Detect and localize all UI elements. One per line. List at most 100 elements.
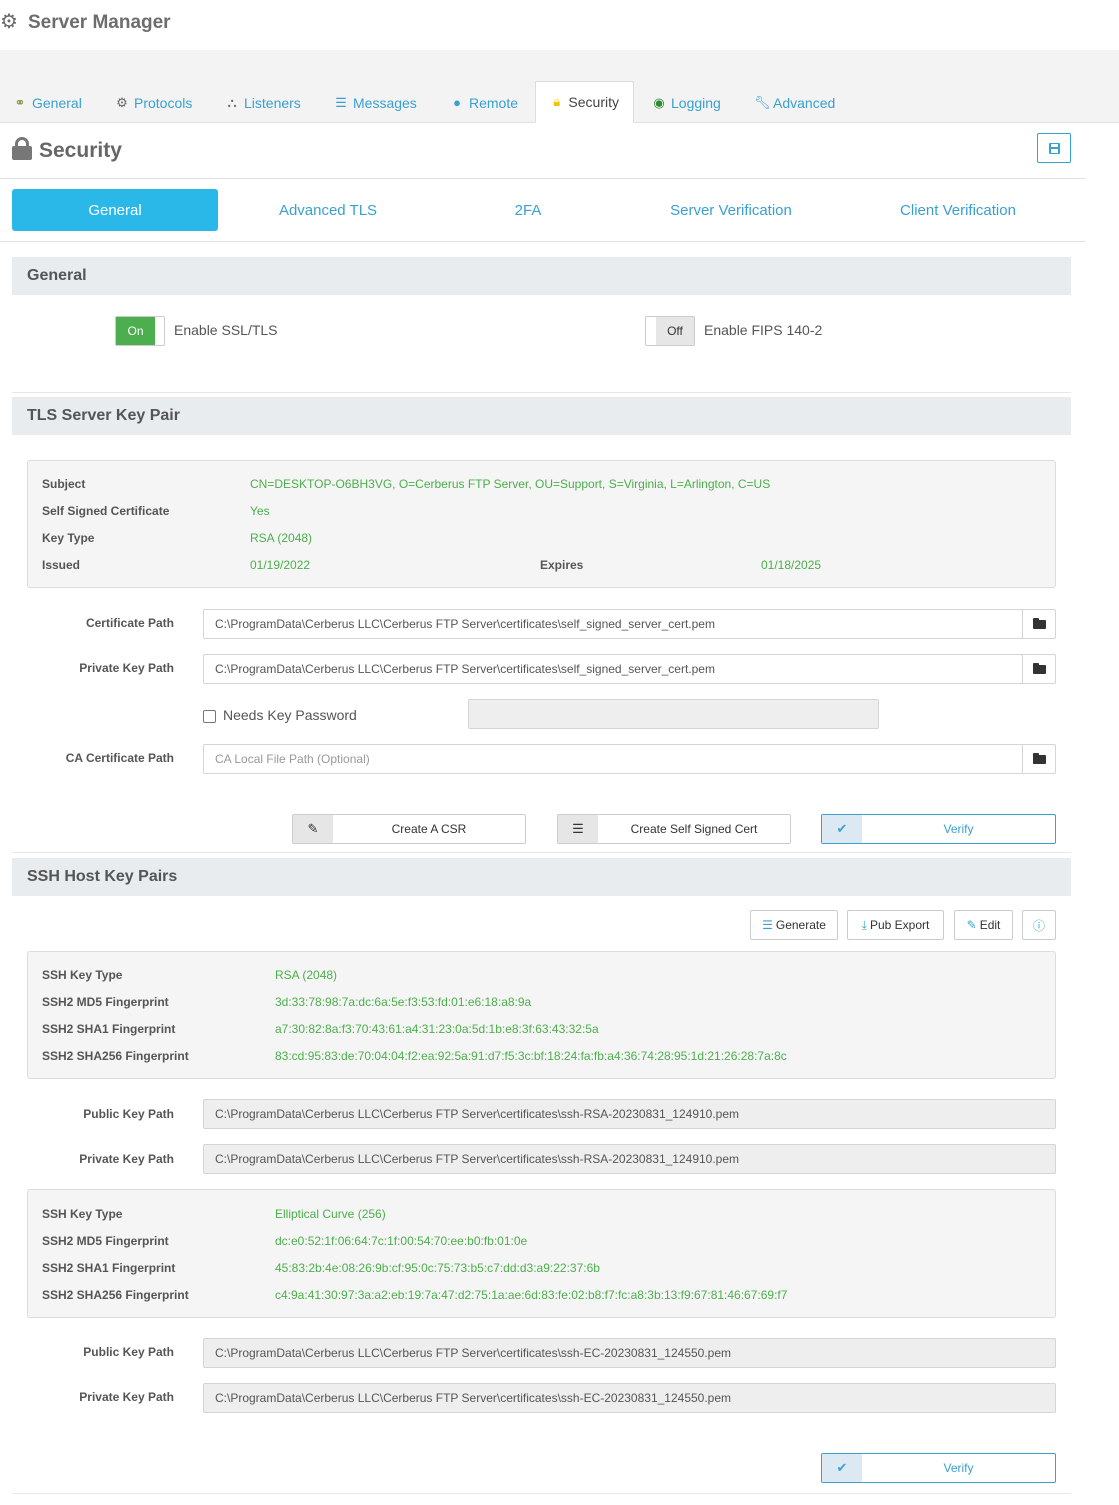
ssh-key-type-value: Elliptical Curve (256) — [275, 1207, 386, 1221]
wrench-icon: 🔧︎ — [754, 94, 771, 110]
page-title: Security — [39, 139, 122, 162]
issued-label: Issued — [42, 558, 81, 572]
ssh-key-info-panel: SSH Key Type RSA (2048) SSH2 MD5 Fingerp… — [27, 951, 1056, 1079]
info-button[interactable]: ⓘ — [1022, 910, 1056, 940]
subtab-2fa[interactable]: 2FA — [440, 189, 616, 231]
tab-label: Logging — [671, 94, 721, 111]
sha256-value: c4:9a:41:30:97:3a:a2:eb:19:7a:47:d2:75:1… — [275, 1288, 788, 1302]
tab-general[interactable]: ⚭ General — [13, 82, 82, 123]
save-button[interactable] — [1037, 133, 1071, 163]
verify-tls-button[interactable]: ✔ Verify — [821, 814, 1056, 844]
sha256-value: 83:cd:95:83:de:70:04:04:f2:ea:92:5a:91:d… — [275, 1049, 787, 1063]
pencil-icon: ✎ — [293, 815, 333, 843]
download-icon: ⤓ — [861, 917, 867, 932]
certificate-path-input[interactable]: C:\ProgramData\Cerberus LLC\Cerberus FTP… — [203, 609, 1023, 639]
public-key-path-input[interactable]: C:\ProgramData\Cerberus LLC\Cerberus FTP… — [203, 1099, 1056, 1129]
tab-listeners[interactable]: ⛬ Listeners — [225, 82, 300, 123]
tab-messages[interactable]: ☰ Messages — [334, 82, 417, 123]
tab-label: Advanced — [773, 94, 836, 111]
floppy-icon — [1048, 142, 1060, 154]
key-password-input[interactable] — [468, 699, 879, 729]
verify-label: Verify — [943, 1461, 974, 1475]
certificate-path-label: Certificate Path — [85, 616, 174, 630]
ca-browse-button[interactable] — [1022, 744, 1056, 774]
tab-label: General — [32, 94, 82, 111]
tab-remote[interactable]: ● Remote — [450, 82, 518, 123]
sha1-value: 45:83:2b:4e:08:26:9b:cf:95:0c:75:73:b5:c… — [275, 1261, 600, 1275]
divider — [12, 852, 1071, 853]
check-icon: ✔ — [822, 815, 862, 843]
lock-icon: 🔒︎ — [553, 94, 561, 109]
key-type-label: Key Type — [42, 531, 95, 545]
md5-label: SSH2 MD5 Fingerprint — [42, 1234, 169, 1248]
folder-open-icon — [1032, 662, 1046, 674]
window-title: Server Manager — [28, 12, 171, 33]
tab-security[interactable]: 🔒︎ Security — [535, 81, 634, 123]
check-icon: ✔ — [822, 1454, 862, 1482]
edit-label: Edit — [979, 918, 1001, 932]
folder-open-icon — [1032, 752, 1046, 764]
sub-tabs: General Advanced TLS 2FA Server Verifica… — [0, 179, 1086, 242]
info-icon: ⓘ — [1032, 918, 1045, 933]
private-key-path-input[interactable]: C:\ProgramData\Cerberus LLC\Cerberus FTP… — [203, 654, 1023, 684]
ca-certificate-path-input[interactable]: CA Local File Path (Optional) — [203, 744, 1023, 774]
ssh-key-info-panel: SSH Key Type Elliptical Curve (256) SSH2… — [27, 1189, 1056, 1318]
generate-button[interactable]: ☰ Generate — [750, 910, 838, 940]
tab-label: Messages — [353, 94, 417, 111]
pub-export-button[interactable]: ⤓ Pub Export — [847, 910, 944, 940]
tab-label: Protocols — [134, 94, 193, 111]
subtab-advanced-tls[interactable]: Advanced TLS — [228, 189, 428, 231]
divider — [12, 1493, 1071, 1494]
ssh-section-header: SSH Host Key Pairs — [12, 858, 1071, 896]
public-key-path-label: Public Key Path — [83, 1345, 174, 1359]
key-type-value: RSA (2048) — [250, 531, 313, 545]
sha1-value: a7:30:82:8a:f3:70:43:61:a4:31:23:0a:5d:1… — [275, 1022, 599, 1036]
ssh-key-type-label: SSH Key Type — [42, 1207, 123, 1221]
self-signed-value: Yes — [250, 504, 270, 518]
subject-value: CN=DESKTOP-O6BH3VG, O=Cerberus FTP Serve… — [250, 477, 771, 491]
sha256-label: SSH2 SHA256 Fingerprint — [42, 1288, 189, 1302]
needs-key-password-checkbox[interactable] — [203, 710, 216, 723]
md5-value: 3d:33:78:98:7a:dc:6a:5e:f3:53:fd:01:e6:1… — [275, 995, 532, 1009]
sitemap-icon: ⛬ — [227, 94, 237, 110]
create-self-signed-button[interactable]: ☰ Create Self Signed Cert — [557, 814, 791, 844]
edit-icon: ✎ — [966, 918, 977, 932]
private-key-path-input[interactable]: C:\ProgramData\Cerberus LLC\Cerberus FTP… — [203, 1383, 1056, 1413]
expires-label: Expires — [540, 558, 584, 572]
lock-icon — [12, 137, 32, 160]
fips-label: Enable FIPS 140-2 — [704, 322, 823, 338]
security-header: Security — [0, 123, 1086, 179]
fips-toggle[interactable]: Off — [645, 316, 695, 346]
subtab-server-verification[interactable]: Server Verification — [630, 189, 832, 231]
subtab-client-verification[interactable]: Client Verification — [860, 189, 1056, 231]
certificate-browse-button[interactable] — [1022, 609, 1056, 639]
private-key-path-input[interactable]: C:\ProgramData\Cerberus LLC\Cerberus FTP… — [203, 1144, 1056, 1174]
md5-label: SSH2 MD5 Fingerprint — [42, 995, 169, 1009]
verify-label: Verify — [943, 822, 974, 836]
tab-protocols[interactable]: ⚙ Protocols — [115, 82, 192, 123]
sha1-label: SSH2 SHA1 Fingerprint — [42, 1022, 176, 1036]
general-section-header: General — [12, 257, 1071, 295]
needs-key-password-label: Needs Key Password — [223, 707, 357, 723]
tab-label: Remote — [469, 94, 519, 111]
pub-export-label: Pub Export — [869, 918, 930, 932]
ssl-label: Enable SSL/TLS — [174, 322, 278, 338]
ssl-toggle[interactable]: On — [115, 316, 165, 346]
ssh-key-type-value: RSA (2048) — [275, 968, 338, 982]
issued-value: 01/19/2022 — [250, 558, 311, 572]
public-key-path-input[interactable]: C:\ProgramData\Cerberus LLC\Cerberus FTP… — [203, 1338, 1056, 1368]
tab-advanced[interactable]: 🔧︎ Advanced — [754, 82, 835, 123]
private-key-browse-button[interactable] — [1022, 654, 1056, 684]
tab-label: Security — [568, 94, 619, 110]
verify-ssh-button[interactable]: ✔ Verify — [821, 1453, 1056, 1483]
list-icon: ☰ — [762, 918, 773, 932]
title-bar: ⚙ Server Manager — [0, 0, 1119, 50]
subtab-general[interactable]: General — [12, 189, 218, 231]
create-csr-button[interactable]: ✎ Create A CSR — [292, 814, 526, 844]
divider — [12, 392, 1071, 393]
edit-button[interactable]: ✎ Edit — [954, 910, 1013, 940]
connections-icon: ⚭ — [14, 94, 26, 110]
list-icon: ☰ — [558, 815, 598, 843]
tab-logging[interactable]: ◉ Logging — [652, 82, 721, 123]
public-key-path-label: Public Key Path — [83, 1107, 174, 1121]
